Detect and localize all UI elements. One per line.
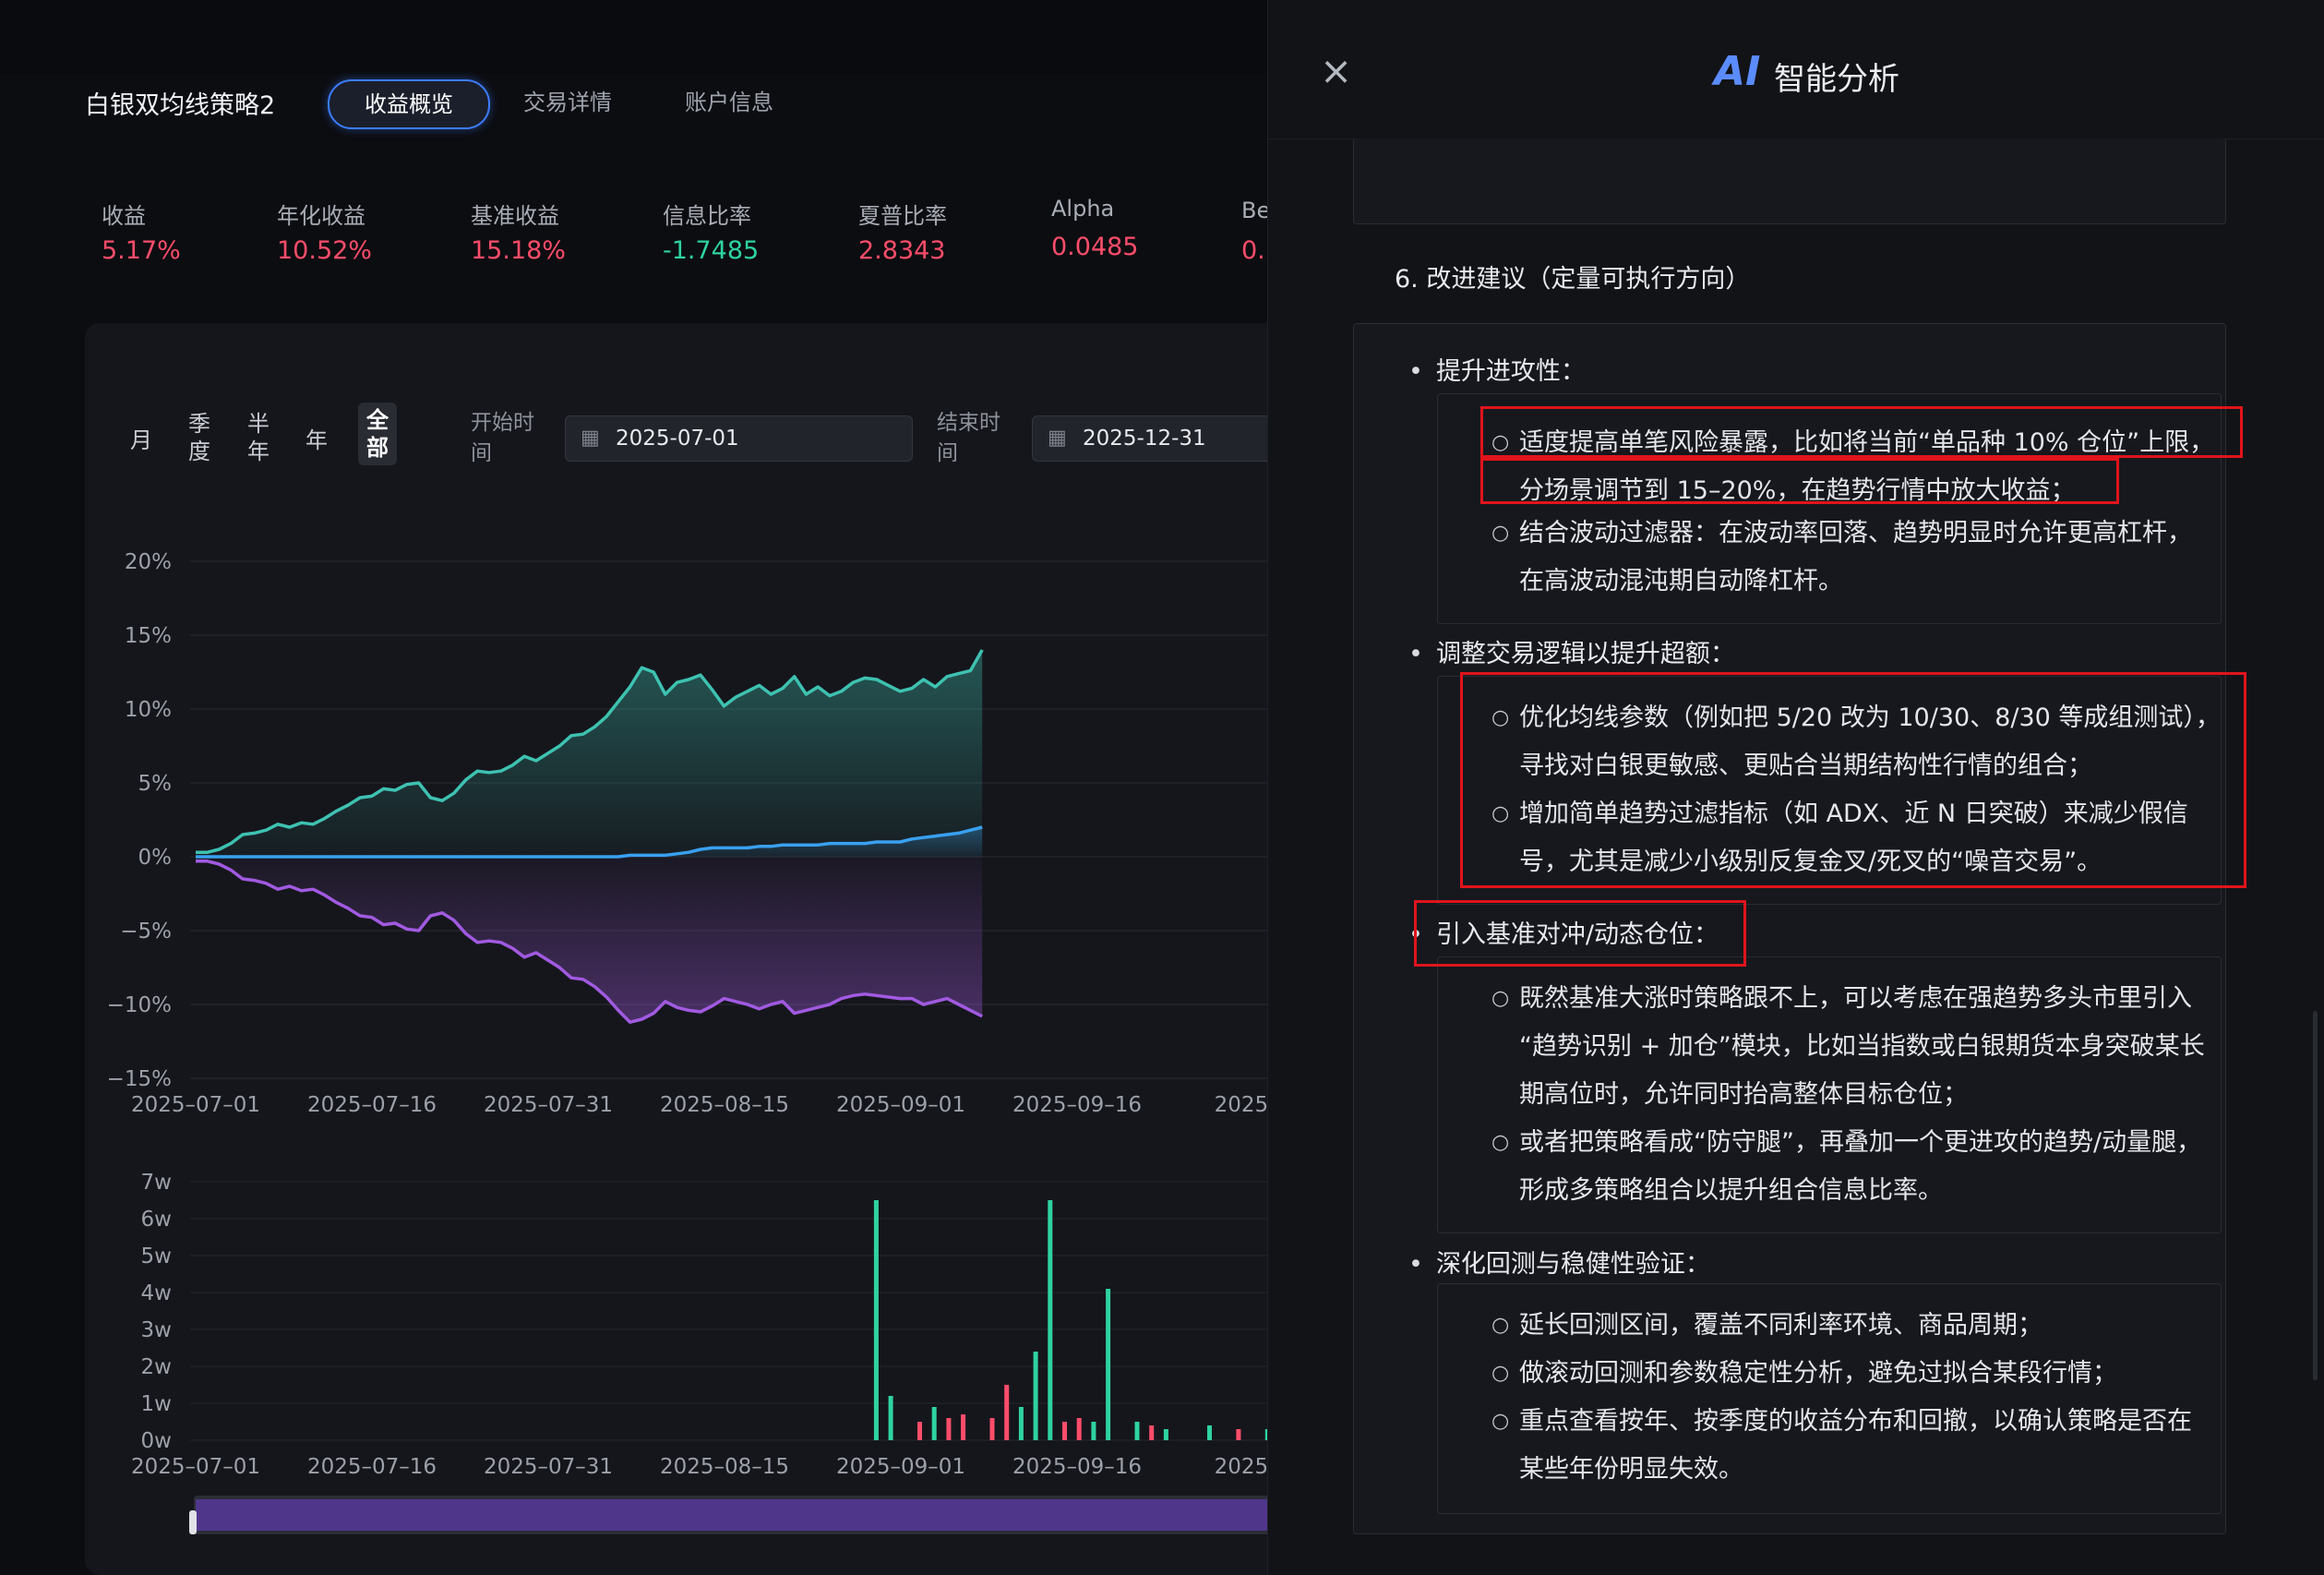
volume-bar [1106, 1289, 1111, 1440]
volume-bar [1207, 1425, 1212, 1440]
sub-item-line: 某些年份明显失效。 [1519, 1455, 1743, 1484]
excess-return-area [196, 857, 983, 1023]
y-tick-label: 2w [141, 1355, 172, 1379]
sub-item-1-2: ○ 结合波动过滤器：在波动率回落、趋势明显时允许更高杠杆， 在高波动混沌期自动降… [1491, 510, 2192, 606]
sub-item-line: 既然基准大涨时策略跟不上，可以考虑在强趋势多头市里引入 [1519, 984, 2192, 1013]
y-tick-label: 6w [141, 1208, 172, 1232]
sub-item-line: 重点查看按年、按季度的收益分布和回撤，以确认策略是否在 [1519, 1407, 2192, 1436]
volume-bar [1048, 1200, 1053, 1440]
close-icon[interactable]: × [1320, 48, 1352, 94]
volume-bar [1149, 1425, 1155, 1440]
suggestion-heading-text: 深化回测与稳健性验证： [1435, 1250, 1710, 1279]
sub-item-line: 期高位时，允许同时抬高整体目标仓位； [1519, 1080, 1968, 1109]
x-tick-label: 2025–08–15 [660, 1455, 789, 1479]
y-tick-label: 15% [125, 624, 172, 648]
zoom-slider-range[interactable] [196, 1499, 1274, 1531]
circle-bullet-icon: ○ [1491, 987, 1510, 1010]
x-tick-label: 2025–09–01 [836, 1093, 965, 1117]
x-tick-label: 2025–07–01 [131, 1093, 260, 1117]
previous-section-box [1353, 138, 2226, 224]
volume-bar [989, 1418, 995, 1440]
circle-bullet-icon: ○ [1491, 1131, 1510, 1154]
scrollbar[interactable] [2313, 1011, 2318, 1380]
volume-bar [946, 1418, 952, 1440]
y-tick-label: −10% [107, 993, 172, 1017]
suggestion-heading-text: 提升进攻性： [1435, 357, 1586, 386]
highlight-box [1480, 406, 2243, 458]
volume-bar [1033, 1352, 1038, 1440]
y-tick-label: 1w [141, 1392, 172, 1416]
sub-item-4-2: ○ 做滚动回测和参数稳定性分析，避免过拟合某段行情； [1491, 1350, 2117, 1398]
volume-bar [1076, 1418, 1082, 1440]
volume-bar [888, 1396, 893, 1440]
x-tick-label: 2025–09–16 [1012, 1093, 1142, 1117]
panel-title: 智能分析 [1774, 61, 1899, 98]
x-tick-label: 2025–07–16 [307, 1093, 437, 1117]
volume-bar [1062, 1422, 1067, 1440]
volume-bar [1134, 1422, 1140, 1440]
volume-bar [873, 1200, 879, 1440]
y-tick-label: −5% [120, 920, 172, 944]
y-tick-label: 0w [141, 1429, 172, 1453]
y-tick-label: 3w [141, 1318, 172, 1342]
y-tick-label: 0% [138, 846, 173, 870]
section-heading: 6. 改进建议（定量可执行方向） [1395, 265, 1751, 294]
y-tick-label: 20% [125, 550, 172, 574]
y-tick-label: −15% [107, 1067, 172, 1091]
sub-item-4-3: ○ 重点查看按年、按季度的收益分布和回撤，以确认策略是否在 某些年份明显失效。 [1491, 1398, 2192, 1494]
sub-item-3-1: ○ 既然基准大涨时策略跟不上，可以考虑在强趋势多头市里引入 “趋势识别 + 加仓… [1491, 975, 2205, 1119]
x-tick-label: 2025–1 [1215, 1093, 1274, 1117]
sub-item-line: 做滚动回测和参数稳定性分析，避免过拟合某段行情； [1519, 1359, 2117, 1388]
sub-item-line: 形成多策略组合以提升组合信息比率。 [1519, 1176, 1943, 1205]
x-tick-label: 2025–1 [1215, 1455, 1274, 1479]
ai-analysis-panel: × AI 智能分析 6. 改进建议（定量可执行方向） • 提升进攻性： ○ 适度提… [1267, 0, 2324, 1575]
suggestion-heading-1: • 提升进攻性： [1408, 357, 1586, 386]
circle-bullet-icon: ○ [1491, 1314, 1510, 1337]
circle-bullet-icon: ○ [1491, 1362, 1510, 1385]
ai-logo: AI [1714, 48, 1761, 95]
x-tick-label: 2025–09–16 [1012, 1455, 1142, 1479]
strategy-panel: 白银双均线策略2 收益概览 交易详情 账户信息 收益 5.17% 年化收益 10… [0, 0, 1274, 1575]
sub-item-3-2: ○ 或者把策略看成“防守腿”，再叠加一个更进攻的趋势/动量腿， 形成多策略组合以… [1491, 1119, 2202, 1215]
zoom-slider-handle[interactable] [189, 1510, 197, 1534]
sub-item-line: 或者把策略看成“防守腿”，再叠加一个更进攻的趋势/动量腿， [1519, 1128, 2202, 1157]
y-tick-label: 7w [141, 1171, 172, 1195]
circle-bullet-icon: ○ [1491, 1410, 1510, 1433]
volume-bar [961, 1414, 966, 1440]
y-tick-label: 5w [141, 1244, 172, 1268]
sub-item-line: “趋势识别 + 加仓”模块，比如当指数或白银期货本身突破某长 [1519, 1032, 2205, 1061]
y-tick-label: 4w [141, 1281, 172, 1305]
sub-item-line: 在高波动混沌期自动降杠杆。 [1519, 567, 1843, 595]
x-tick-label: 2025–08–15 [660, 1093, 789, 1117]
x-tick-label: 2025–07–31 [484, 1093, 613, 1117]
volume-bar [931, 1407, 937, 1440]
volume-bar [917, 1422, 922, 1440]
volume-bar [1236, 1429, 1241, 1440]
suggestion-heading-4: • 深化回测与稳健性验证： [1408, 1250, 1710, 1279]
x-tick-label: 2025–07–16 [307, 1455, 437, 1479]
x-tick-label: 2025–09–01 [836, 1455, 965, 1479]
y-tick-label: 5% [138, 772, 173, 796]
highlight-box [1460, 672, 2246, 888]
suggestion-heading-2: • 调整交易逻辑以提升超额： [1408, 640, 1735, 668]
sub-item-line: 结合波动过滤器：在波动率回落、趋势明显时允许更高杠杆， [1519, 519, 2192, 547]
x-tick-label: 2025–07–01 [131, 1455, 260, 1479]
volume-bar [1018, 1407, 1024, 1440]
volume-bar [1091, 1422, 1096, 1440]
sub-item-4-1: ○ 延长回测区间，覆盖不同利率环境、商品周期； [1491, 1302, 2042, 1350]
y-tick-label: 10% [125, 698, 172, 722]
returns-chart: 20% 15% 10% 5% 0% −5% −10% −15% 2025–07–01 2025–… [107, 550, 1274, 1534]
volume-bar [1004, 1385, 1010, 1440]
circle-bullet-icon: ○ [1491, 522, 1510, 545]
suggestion-heading-text: 调整交易逻辑以提升超额： [1435, 640, 1735, 668]
highlight-box [1480, 458, 2119, 504]
x-tick-label: 2025–07–31 [484, 1455, 613, 1479]
sub-item-line: 延长回测区间，覆盖不同利率环境、商品周期； [1519, 1311, 2042, 1340]
volume-bar [1163, 1429, 1168, 1440]
highlight-box [1414, 900, 1746, 967]
